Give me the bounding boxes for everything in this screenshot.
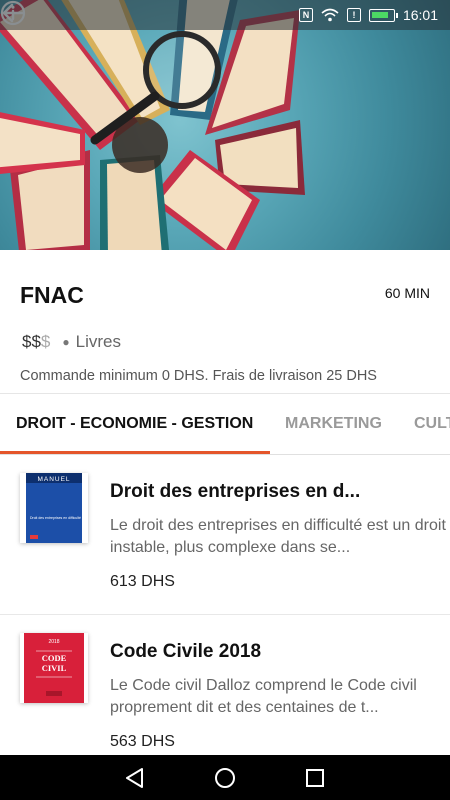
nav-recents-icon[interactable] [303, 766, 327, 790]
store-name: FNAC [20, 282, 84, 308]
product-title: Droit des entreprises en d... [110, 481, 361, 502]
product-title: Code Civile 2018 [110, 641, 262, 662]
product-description: Le Code civil Dalloz comprend le Code ci… [110, 677, 417, 716]
book-cover-manuel: MANUEL Droit des entreprises en difficul… [26, 473, 82, 543]
nfc-icon: N [298, 8, 313, 22]
thumb-title-line-1: CODE [42, 653, 67, 663]
hero-image [0, 0, 450, 250]
thumb-year: 2018 [48, 639, 59, 645]
vibrate-icon: ! [346, 8, 361, 22]
price-level: $$$ [22, 332, 51, 351]
thumb-title-line-2: CIVIL [42, 663, 67, 673]
books-illustration [0, 0, 305, 250]
active-tab-indicator [0, 451, 270, 454]
product-item[interactable]: 2018 CODE CIVIL Code Civile 2018 Le Code… [0, 615, 450, 775]
separator-dot: ● [62, 335, 70, 349]
thumb-subtitle: Droit des entreprises en difficulté [30, 516, 81, 520]
tab-culture[interactable]: CULT [414, 394, 450, 454]
nav-back-icon[interactable] [123, 766, 147, 790]
product-item[interactable]: MANUEL Droit des entreprises en difficul… [0, 455, 450, 615]
wifi-icon [321, 8, 339, 22]
category-tabs: DROIT - ECONOMIE - GESTION MARKETING CUL… [0, 393, 450, 455]
product-thumbnail: 2018 CODE CIVIL [20, 633, 88, 703]
delivery-time: 60 MIN [384, 285, 430, 301]
nav-home-icon[interactable] [213, 766, 237, 790]
store-category: Livres [75, 332, 121, 351]
system-navigation-bar [0, 755, 450, 800]
status-bar: N ! 16:01 [0, 0, 450, 30]
product-thumbnail: MANUEL Droit des entreprises en difficul… [20, 473, 88, 543]
book-cover-code-civil: 2018 CODE CIVIL [24, 633, 84, 703]
status-time: 16:01 [402, 7, 438, 23]
battery-icon [368, 8, 398, 22]
price-category-row: $$$ ● Livres [22, 332, 121, 352]
minimum-order-info: Commande minimum 0 DHS. Frais de livrais… [20, 368, 377, 384]
product-price: 613 DHS [110, 573, 175, 590]
tab-droit-economie-gestion[interactable]: DROIT - ECONOMIE - GESTION [16, 394, 253, 454]
tab-marketing[interactable]: MARKETING [285, 394, 382, 454]
product-price: 563 DHS [110, 733, 175, 750]
product-description: Le droit des entreprises en difficulté e… [110, 517, 446, 556]
thumb-title: MANUEL [37, 476, 70, 483]
